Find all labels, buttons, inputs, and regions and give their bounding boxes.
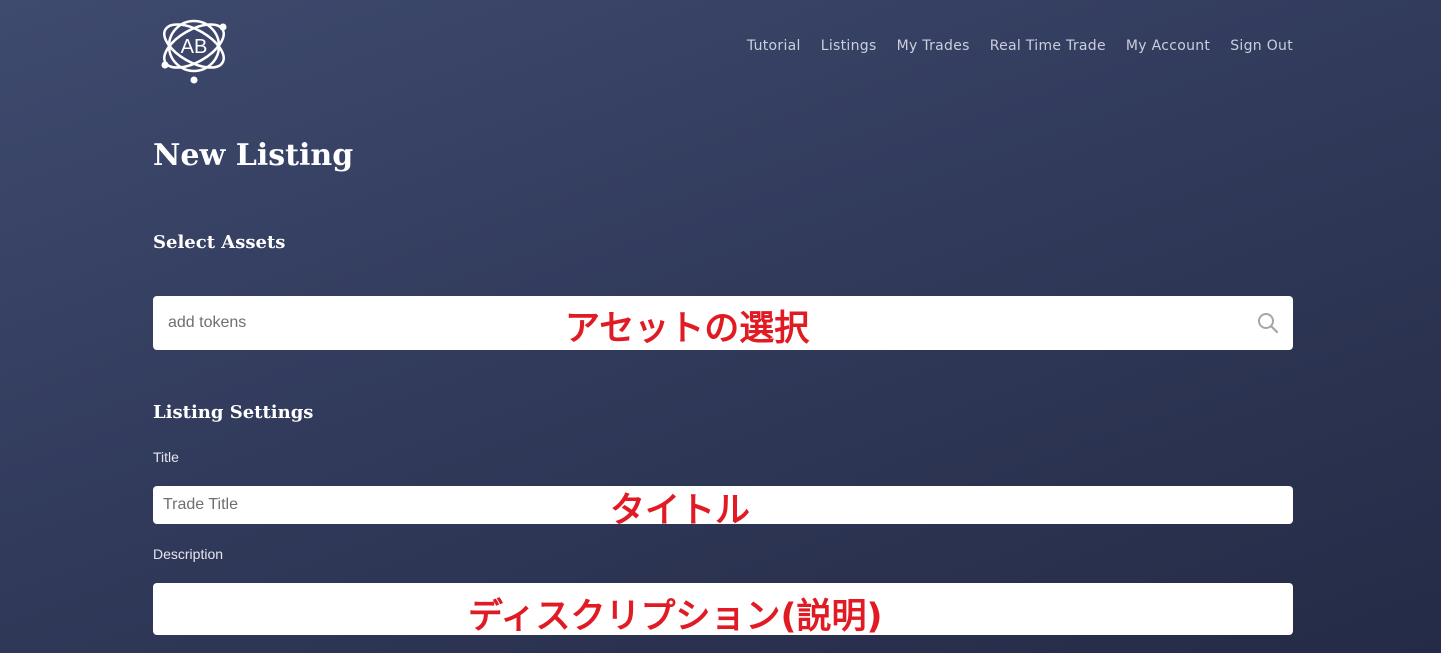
atom-logo-icon: AB	[161, 19, 227, 84]
select-assets-annotation: アセットの選択	[565, 309, 810, 349]
listing-settings-heading: Listing Settings	[153, 402, 314, 423]
select-assets-heading: Select Assets	[153, 232, 286, 253]
nav-real-time-trade[interactable]: Real Time Trade	[990, 38, 1106, 54]
nav-tutorial[interactable]: Tutorial	[747, 38, 801, 54]
title-annotation: タイトル	[610, 491, 751, 531]
search-icon[interactable]	[1257, 312, 1279, 334]
nav-listings[interactable]: Listings	[821, 38, 877, 54]
site-logo[interactable]: AB	[157, 8, 231, 84]
main-nav: Tutorial Listings My Trades Real Time Tr…	[747, 38, 1293, 54]
nav-sign-out[interactable]: Sign Out	[1230, 38, 1293, 54]
page-title: New Listing	[153, 138, 354, 173]
description-label: Description	[153, 546, 224, 562]
description-annotation: ディスクリプション(説明)	[468, 597, 883, 637]
logo-text: AB	[181, 36, 208, 58]
nav-my-account[interactable]: My Account	[1126, 38, 1210, 54]
nav-my-trades[interactable]: My Trades	[897, 38, 970, 54]
title-label: Title	[153, 449, 179, 465]
